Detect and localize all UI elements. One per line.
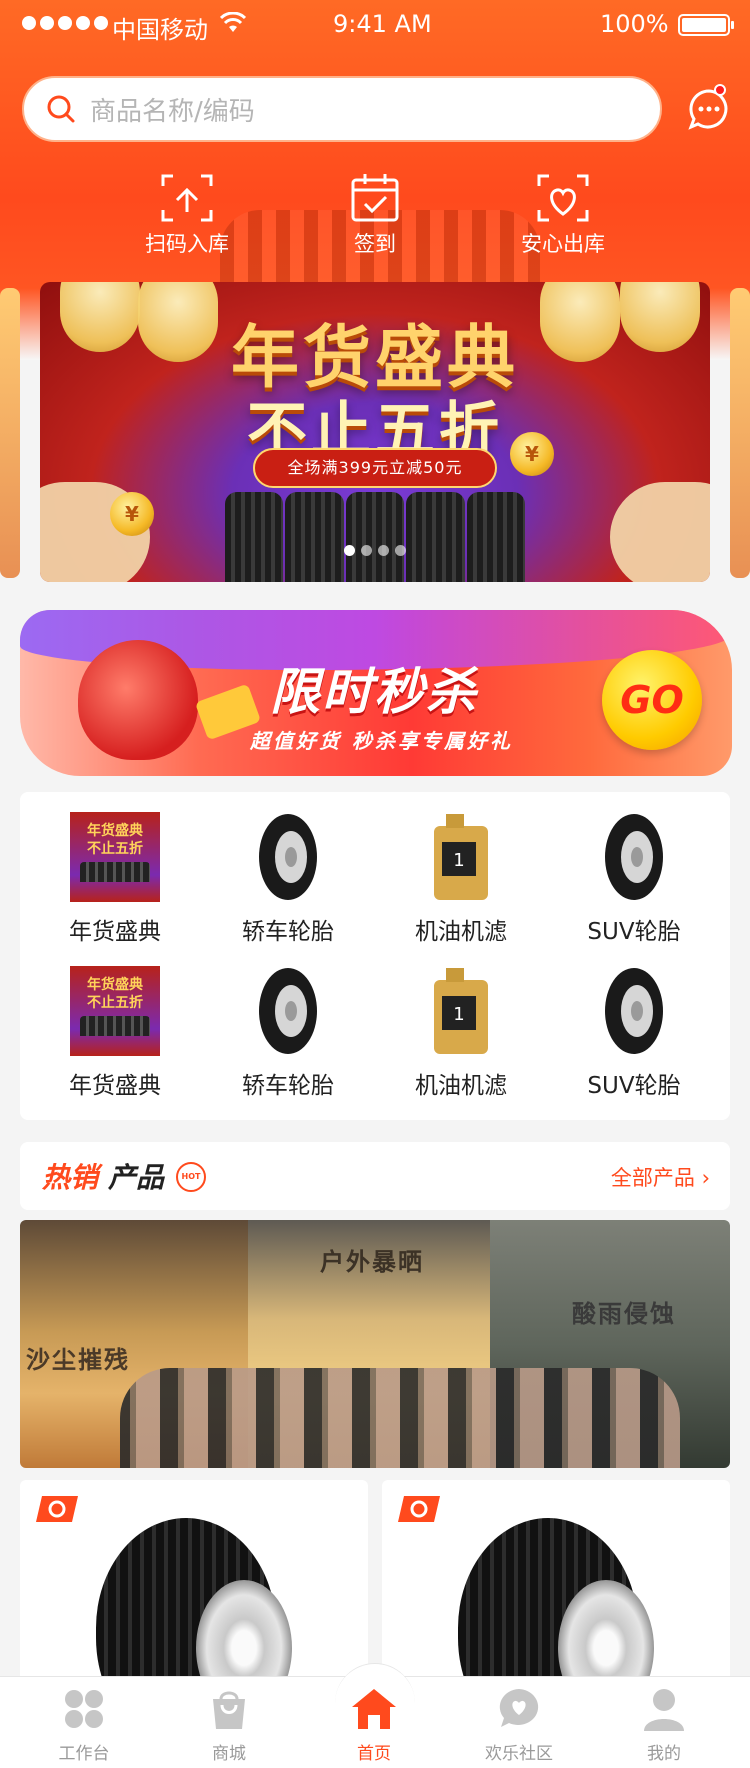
unread-dot: [714, 84, 726, 96]
go-button[interactable]: GO: [602, 650, 702, 750]
quick-action-label: 签到: [354, 232, 396, 256]
tab-label: 欢乐社区: [485, 1744, 553, 1764]
tyre-icon: [243, 812, 333, 902]
home-icon: [352, 1689, 396, 1729]
feature-label: 沙尘摧残: [26, 1346, 130, 1374]
oil-bottle-icon: 1: [416, 812, 506, 902]
scan-out-icon: [537, 174, 589, 222]
category-label: 轿车轮胎: [242, 919, 334, 945]
tab-workbench[interactable]: 工作台: [24, 1685, 144, 1764]
flash-sale-banner[interactable]: 限时秒杀 超值好货 秒杀享专属好礼 GO: [20, 610, 732, 776]
calendar-check-icon: [351, 174, 399, 222]
status-bar: 中国移动 9:41 AM 100%: [0, 0, 750, 48]
section-title-products: 产品: [108, 1161, 165, 1194]
tab-profile[interactable]: 我的: [604, 1685, 724, 1764]
oil-bottle-icon: 1: [416, 966, 506, 1056]
feature-label: 户外暴晒: [320, 1248, 424, 1276]
lucky-bag-graphic: [78, 640, 198, 760]
category-item[interactable]: 轿车轮胎: [208, 966, 368, 1100]
chat-heart-icon: [499, 1689, 539, 1727]
category-label: 轿车轮胎: [242, 1073, 334, 1099]
category-label: 机油机滤: [415, 919, 507, 945]
tab-label: 我的: [647, 1744, 681, 1764]
carousel-dot: [395, 545, 406, 556]
category-label: 年货盛典: [69, 919, 161, 945]
quick-actions: 扫码入库 签到 安心出库: [0, 170, 750, 260]
feature-label: 酸雨侵蚀: [572, 1300, 676, 1328]
banner-prev-peek[interactable]: [0, 288, 20, 578]
tyre-tread-graphic: [120, 1368, 680, 1468]
category-item[interactable]: SUV轮胎: [554, 812, 714, 946]
tab-label: 首页: [357, 1744, 391, 1764]
tab-mall[interactable]: 商城: [169, 1685, 289, 1764]
battery-percent: 100%: [600, 10, 669, 38]
category-label: SUV轮胎: [587, 919, 681, 945]
tyre-feature-banner[interactable]: 沙尘摧残 户外暴晒 酸雨侵蚀: [20, 1220, 730, 1468]
category-item[interactable]: 1 机油机滤: [381, 966, 541, 1100]
carousel-dot: [361, 545, 372, 556]
category-item[interactable]: 年货盛典 不止五折 年货盛典: [35, 812, 195, 946]
search-icon: [47, 95, 75, 123]
banner-tyres-graphic: [225, 492, 526, 582]
promo-banner[interactable]: ¥ ¥ 年货盛典 不止五折 全场满399元立减50元: [40, 282, 710, 582]
chevron-right-icon: ›: [701, 1166, 710, 1190]
hot-products-header: 热销 产品 HOT 全部产品 ›: [20, 1142, 730, 1210]
wifi-icon: [220, 12, 246, 32]
category-thumbnail: 年货盛典 不止五折: [70, 812, 160, 902]
category-item[interactable]: 年货盛典 不止五折 年货盛典: [35, 966, 195, 1100]
svg-text:1: 1: [453, 850, 464, 871]
tab-home[interactable]: 首页: [314, 1685, 434, 1764]
svg-text:1: 1: [453, 1004, 464, 1025]
banner-promo-pill: 全场满399元立减50元: [253, 448, 497, 488]
carousel-dot: [378, 545, 389, 556]
section-title-hot: 热销: [42, 1161, 99, 1194]
carousel-dot: [344, 545, 355, 556]
quick-action-label: 安心出库: [521, 232, 605, 256]
bottom-tab-bar: 工作台 商城 首页 欢乐社区 我的: [0, 1663, 750, 1768]
quick-action-checkin[interactable]: 签到: [305, 170, 445, 258]
tab-community[interactable]: 欢乐社区: [459, 1685, 579, 1764]
search-placeholder: 商品名称/编码: [90, 96, 255, 127]
workbench-icon: [65, 1690, 103, 1728]
flash-sale-title: 限时秒杀: [270, 663, 478, 721]
carousel-indicator: [344, 545, 406, 556]
scan-in-icon: [161, 174, 213, 222]
banner-next-peek[interactable]: [730, 288, 750, 578]
shopping-bag-icon: [213, 1691, 245, 1729]
hot-badge-icon: HOT: [176, 1162, 206, 1192]
tyre-icon: [589, 966, 679, 1056]
all-products-link[interactable]: 全部产品 ›: [611, 1162, 710, 1192]
tyre-icon: [243, 966, 333, 1056]
category-label: 年货盛典: [69, 1073, 161, 1099]
cloud-decoration: [610, 482, 710, 582]
carrier-name: 中国移动: [112, 16, 208, 44]
battery-icon: [678, 14, 734, 36]
category-thumbnail: 年货盛典 不止五折: [70, 966, 160, 1056]
tyre-icon: [589, 812, 679, 902]
user-icon: [644, 1689, 684, 1731]
flash-sale-subtitle: 超值好货 秒杀享专属好礼: [250, 729, 513, 753]
brand-logo-icon: [398, 1496, 440, 1522]
category-item[interactable]: SUV轮胎: [554, 966, 714, 1100]
category-item[interactable]: 1 机油机滤: [381, 812, 541, 946]
category-grid: 年货盛典 不止五折 年货盛典 轿车轮胎 1 机油机滤 SUV轮胎 年货盛典 不止五折…: [20, 792, 730, 1120]
search-bar[interactable]: 商品名称/编码: [22, 76, 662, 142]
coin-decoration: ¥: [110, 492, 154, 536]
tab-label: 商城: [212, 1744, 246, 1764]
category-label: SUV轮胎: [587, 1073, 681, 1099]
clock: 9:41 AM: [333, 10, 432, 38]
brand-logo-icon: [36, 1496, 78, 1522]
category-label: 机油机滤: [415, 1073, 507, 1099]
quick-action-scan-out[interactable]: 安心出库: [493, 170, 633, 258]
signal-icon: [22, 16, 108, 30]
tab-label: 工作台: [58, 1744, 110, 1764]
quick-action-label: 扫码入库: [145, 232, 229, 256]
quick-action-scan-in[interactable]: 扫码入库: [117, 170, 257, 258]
category-item[interactable]: 轿车轮胎: [208, 812, 368, 946]
